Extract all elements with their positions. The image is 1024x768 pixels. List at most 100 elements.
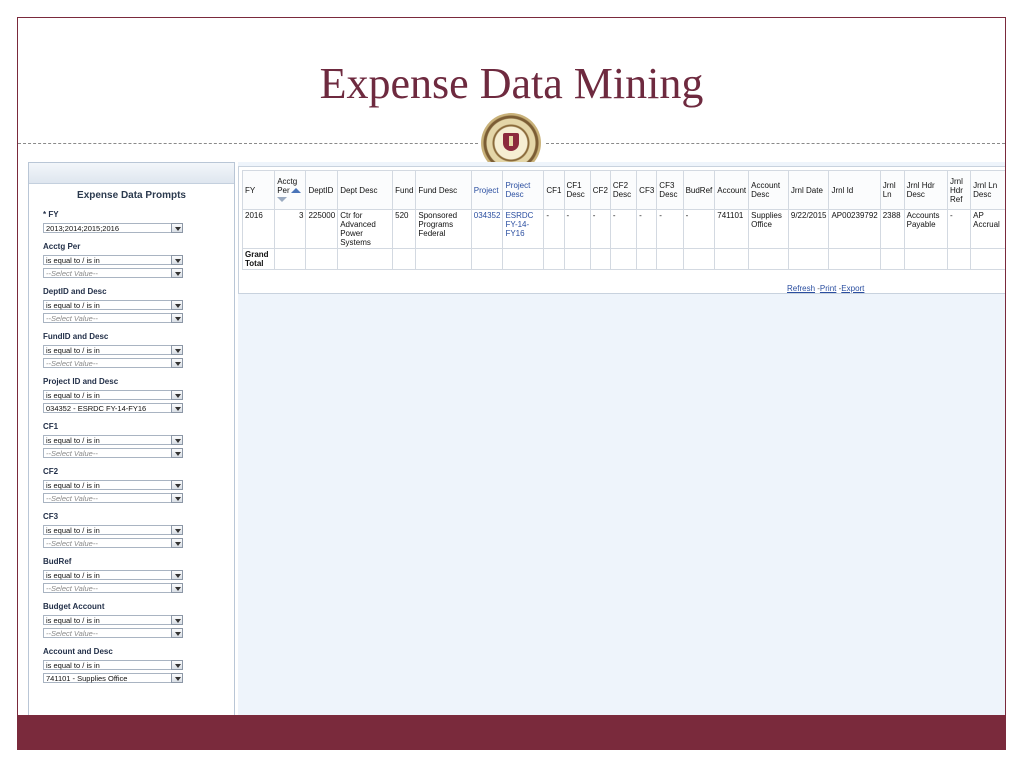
value-select[interactable]: 2013;2014;2015;2016	[43, 223, 183, 233]
dropdown-arrow-icon[interactable]	[171, 480, 183, 490]
operator-select[interactable]: is equal to / is in	[43, 570, 183, 580]
value-select[interactable]: --Select Value--	[43, 493, 183, 503]
column-header-label: DeptID	[308, 185, 334, 195]
column-header[interactable]: Project Desc	[502, 170, 545, 210]
column-header[interactable]: FY	[241, 170, 276, 210]
prompt-label: BudRef	[43, 557, 72, 566]
column-header[interactable]: Jrnl Id	[828, 170, 881, 210]
dropdown-arrow-icon[interactable]	[171, 223, 183, 233]
dropdown-arrow-icon[interactable]	[171, 628, 183, 638]
table-cell[interactable]: ESRDC FY-14-FY16	[502, 209, 545, 249]
dropdown-arrow-icon[interactable]	[171, 673, 183, 683]
operator-select[interactable]: is equal to / is in	[43, 480, 183, 490]
column-header[interactable]: CF3 Desc	[656, 170, 684, 210]
value-select[interactable]: --Select Value--	[43, 448, 183, 458]
prompt-label: CF1	[43, 422, 59, 431]
column-header[interactable]: BudRef	[682, 170, 716, 210]
column-header[interactable]: Jrnl Ln Desc	[970, 170, 1005, 210]
column-header[interactable]: Fund	[392, 170, 417, 210]
dropdown-arrow-icon[interactable]	[171, 583, 183, 593]
column-header-label: CF2	[592, 185, 608, 195]
dropdown-arrow-icon[interactable]	[171, 313, 183, 323]
column-header-label: BudRef	[685, 185, 713, 195]
column-header[interactable]: CF1	[543, 170, 565, 210]
table-cell[interactable]: 034352	[470, 209, 504, 249]
column-header[interactable]: Jrnl Ln	[879, 170, 905, 210]
value-select[interactable]: 034352 - ESRDC FY-14-FY16	[43, 403, 183, 413]
operator-select[interactable]: is equal to / is in	[43, 390, 183, 400]
table-cell	[543, 248, 565, 270]
prompt-label: Account and Desc	[43, 647, 113, 656]
column-header[interactable]: CF2	[589, 170, 611, 210]
column-header[interactable]: CF1 Desc	[563, 170, 591, 210]
dropdown-arrow-icon[interactable]	[171, 403, 183, 413]
prompt-group: CF1 is equal to / is in --Select Value--	[43, 422, 234, 458]
prompt-group: DeptID and Desc is equal to / is in --Sele…	[43, 287, 234, 323]
column-header[interactable]: Account Desc	[748, 170, 789, 210]
table-cell	[714, 248, 750, 270]
column-header[interactable]: Project	[470, 170, 504, 210]
dropdown-arrow-icon[interactable]	[171, 660, 183, 670]
select-value: 034352 - ESRDC FY-14-FY16	[46, 404, 147, 413]
dropdown-arrow-icon[interactable]	[171, 390, 183, 400]
operator-select[interactable]: is equal to / is in	[43, 525, 183, 535]
operator-select[interactable]: is equal to / is in	[43, 615, 183, 625]
value-select[interactable]: --Select Value--	[43, 313, 183, 323]
dropdown-arrow-icon[interactable]	[171, 435, 183, 445]
dropdown-arrow-icon[interactable]	[171, 358, 183, 368]
column-header-label: Jrnl Ln Desc	[973, 181, 998, 199]
column-header[interactable]: Jrnl Hdr Ref	[946, 170, 972, 210]
column-header[interactable]: Jrnl Hdr Desc	[903, 170, 949, 210]
refresh-link[interactable]: Refresh	[787, 284, 815, 293]
value-select[interactable]: --Select Value--	[43, 268, 183, 278]
table-cell: 741101	[714, 209, 750, 249]
operator-select[interactable]: is equal to / is in	[43, 255, 183, 265]
column-header-label: Fund Desc	[418, 185, 458, 195]
dropdown-arrow-icon[interactable]	[171, 448, 183, 458]
column-header[interactable]: Jrnl Date	[787, 170, 830, 210]
table-cell	[274, 248, 307, 270]
sort-ascending-icon[interactable]	[290, 187, 301, 193]
value-select[interactable]: 741101 - Supplies Office	[43, 673, 183, 683]
value-select[interactable]: --Select Value--	[43, 583, 183, 593]
value-select[interactable]: --Select Value--	[43, 628, 183, 638]
prompt-label: Budget Account	[43, 602, 105, 611]
dropdown-arrow-icon[interactable]	[171, 525, 183, 535]
operator-select[interactable]: is equal to / is in	[43, 435, 183, 445]
dropdown-arrow-icon[interactable]	[171, 268, 183, 278]
column-header[interactable]: Account	[714, 170, 750, 210]
operator-select[interactable]: is equal to / is in	[43, 300, 183, 310]
prompt-group: CF3 is equal to / is in --Select Value--	[43, 512, 234, 548]
column-header[interactable]: Fund Desc	[415, 170, 472, 210]
select-value: is equal to / is in	[46, 301, 100, 310]
dropdown-arrow-icon[interactable]	[171, 493, 183, 503]
select-value: --Select Value--	[46, 494, 98, 503]
dropdown-arrow-icon[interactable]	[171, 538, 183, 548]
column-header[interactable]: CF3	[636, 170, 658, 210]
dropdown-arrow-icon[interactable]	[171, 570, 183, 580]
select-value: --Select Value--	[46, 269, 98, 278]
table-cell: -	[543, 209, 565, 249]
dropdown-arrow-icon[interactable]	[171, 300, 183, 310]
prompt-group: Budget Account is equal to / is in --Selec…	[43, 602, 234, 638]
column-header[interactable]: Dept Desc	[337, 170, 394, 210]
dropdown-arrow-icon[interactable]	[171, 615, 183, 625]
dropdown-arrow-icon[interactable]	[171, 345, 183, 355]
select-value: is equal to / is in	[46, 481, 100, 490]
value-select[interactable]: --Select Value--	[43, 538, 183, 548]
table-cell: 9/22/2015	[787, 209, 830, 249]
column-header-label: CF3	[639, 185, 655, 195]
table-cell: Sponsored Programs Federal	[415, 209, 472, 249]
column-header[interactable]: DeptID	[305, 170, 339, 210]
dropdown-arrow-icon[interactable]	[171, 255, 183, 265]
export-link[interactable]: Export	[841, 284, 864, 293]
print-link[interactable]: Print	[820, 284, 836, 293]
value-select[interactable]: --Select Value--	[43, 358, 183, 368]
sort-descending-icon[interactable]	[277, 196, 288, 202]
column-header[interactable]: Acctg Per	[274, 170, 307, 210]
operator-select[interactable]: is equal to / is in	[43, 660, 183, 670]
grand-total-label: Grand Total	[241, 248, 276, 270]
operator-select[interactable]: is equal to / is in	[43, 345, 183, 355]
table-cell	[903, 248, 949, 270]
column-header[interactable]: CF2 Desc	[609, 170, 638, 210]
